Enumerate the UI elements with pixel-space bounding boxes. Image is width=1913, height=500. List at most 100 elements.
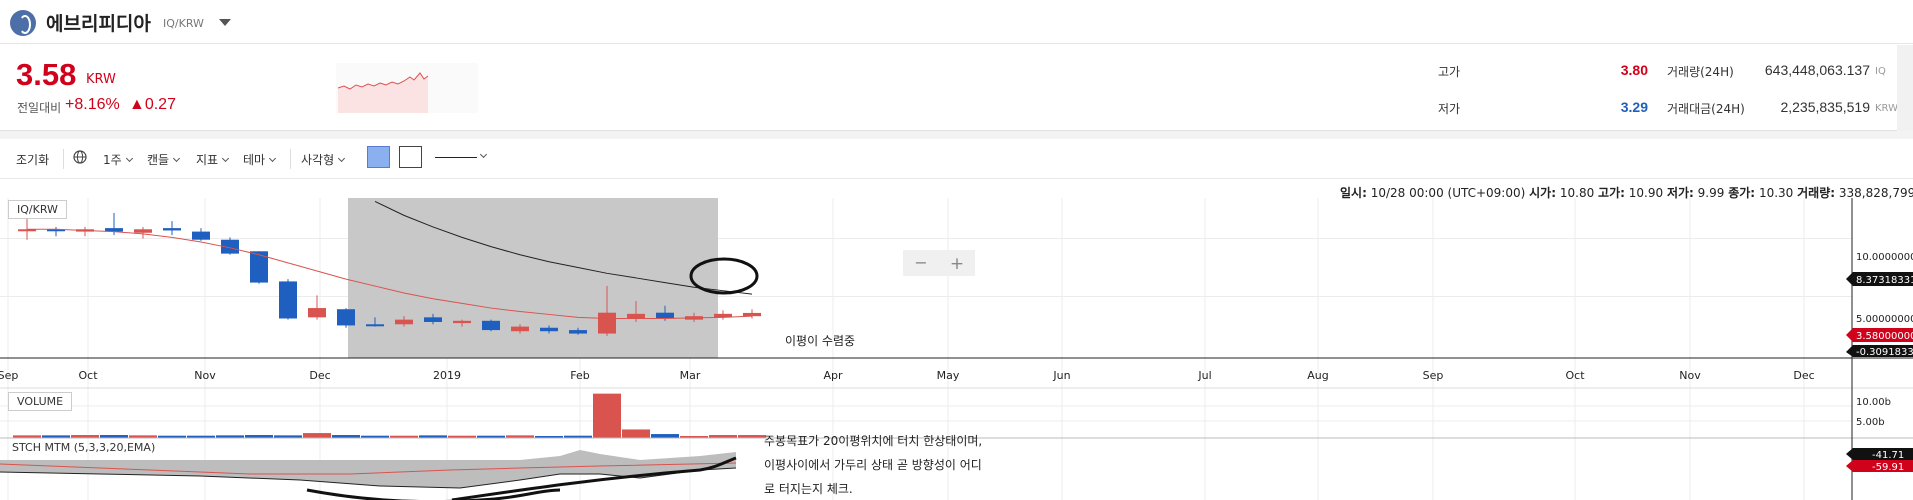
price-chart[interactable]: Sep Oct Nov Dec 2019 Feb Mar Apr May Jun Jul Aug Sep… xyxy=(0,198,1913,500)
candle-body xyxy=(337,309,355,326)
turnover-label: 거래대금(24H) xyxy=(1667,102,1745,116)
low-label: 저가 xyxy=(1438,102,1461,116)
period-dropdown[interactable]: 1주 xyxy=(103,151,133,168)
candle-label: 캔들 xyxy=(147,153,170,167)
sparkline-chart xyxy=(337,72,429,113)
indicator-label: 지표 xyxy=(196,153,219,167)
candle-dropdown[interactable]: 캔들 xyxy=(147,151,181,168)
change-amount: ▲0.27 xyxy=(129,96,176,113)
candle-body xyxy=(279,281,297,319)
high-label: 고가 xyxy=(1438,65,1461,79)
change-rate: +8.16% xyxy=(65,96,120,113)
drawn-rectangle[interactable] xyxy=(348,198,718,358)
x-axis-label: Dec xyxy=(1793,369,1814,382)
candle-body xyxy=(743,312,761,317)
x-axis-label: Dec xyxy=(309,369,330,382)
candle-body xyxy=(192,231,210,240)
toolbar-separator xyxy=(290,149,291,169)
volume-bar xyxy=(303,433,331,438)
badge-bottom-text: -0.30918331 xyxy=(1856,347,1913,358)
chart-grid xyxy=(0,198,1852,500)
volume-label: 거래량(24H) xyxy=(1667,65,1734,79)
note-line-2: 이평사이에서 가두리 상태 곧 방향성이 어디 xyxy=(764,458,982,472)
section-divider xyxy=(0,131,1913,139)
turnover-value: 2,235,835,519 xyxy=(1780,99,1870,115)
converging-note: 이평이 수렴중 xyxy=(785,334,855,348)
x-axis-label: Mar xyxy=(680,369,701,382)
stoch-badge-red-text: -59.91 xyxy=(1872,462,1904,473)
price-unit: KRW xyxy=(86,72,116,87)
stoch-badge-black-text: -41.71 xyxy=(1872,450,1904,461)
border-color-swatch[interactable] xyxy=(399,146,422,168)
change-label: 전일대비 xyxy=(17,101,62,115)
x-axis-label: 2019 xyxy=(433,369,461,382)
summary-scrollbar[interactable] xyxy=(1897,45,1913,131)
fill-color-swatch[interactable] xyxy=(367,146,390,168)
price-grid-label-2: 5.00000000 xyxy=(1856,314,1913,325)
candle-body xyxy=(482,320,500,331)
current-price: 3.58 xyxy=(16,57,77,92)
x-axis-label: Jul xyxy=(1197,369,1211,382)
volume-bar xyxy=(622,429,650,438)
candle-body xyxy=(569,330,587,334)
chevron-down-icon xyxy=(173,154,181,163)
x-axis-labels: Sep Oct Nov Dec 2019 Feb Mar Apr May Jun Jul Aug Sep… xyxy=(0,369,1815,382)
candle-body xyxy=(134,229,152,233)
stoch-layer xyxy=(0,450,737,489)
x-axis-label: Jun xyxy=(1052,369,1070,382)
note-line-3: 로 터지는지 체크. xyxy=(764,482,853,496)
candle-body xyxy=(308,308,326,318)
indicator-dropdown[interactable]: 지표 xyxy=(196,151,230,168)
sparkline xyxy=(336,63,478,113)
chevron-down-icon xyxy=(125,154,133,163)
x-axis-label: May xyxy=(937,369,960,382)
volume-pane-tag[interactable]: VOLUME xyxy=(8,392,73,411)
volume-value: 643,448,063.137 xyxy=(1764,62,1870,78)
x-axis-label: Apr xyxy=(823,369,843,382)
annotation-underline-1 xyxy=(306,488,561,500)
price-summary: 3.58 KRW 전일대비 +8.16% ▲0.27 고가 3.80 저가 3.… xyxy=(0,45,1913,131)
volume-grid-label-1: 10.00b xyxy=(1856,397,1891,408)
candle-body xyxy=(627,313,645,319)
x-axis-label: Nov xyxy=(1679,369,1701,382)
candle-body xyxy=(163,228,181,231)
badge-black-text: 8.37318331 xyxy=(1856,275,1913,286)
volume-bar xyxy=(651,434,679,438)
candle-body xyxy=(540,327,558,332)
x-axis-label: Aug xyxy=(1307,369,1328,382)
globe-icon[interactable] xyxy=(73,150,87,167)
x-axis-label: Feb xyxy=(570,369,589,382)
candle-body xyxy=(598,312,616,334)
x-axis-label: Oct xyxy=(78,369,98,382)
line-style-selector[interactable] xyxy=(435,157,477,158)
high-value: 3.80 xyxy=(1620,62,1648,78)
price-grid-label-1: 10.00000000 xyxy=(1856,252,1913,263)
period-label: 1주 xyxy=(103,153,122,167)
volume-layer xyxy=(13,393,766,438)
pair-label: IQ/KRW xyxy=(163,17,204,30)
coin-name: 에브리피디아 xyxy=(46,13,151,35)
volume-bar xyxy=(593,393,621,438)
coin-dropdown-icon[interactable] xyxy=(219,19,231,26)
candle-body xyxy=(453,320,471,324)
coin-logo-icon xyxy=(10,10,36,36)
stoch-pane-tag[interactable]: STCH MTM (5,3,3,20,EMA) xyxy=(8,441,159,454)
price-pane-tag[interactable]: IQ/KRW xyxy=(8,200,67,219)
low-value: 3.29 xyxy=(1620,99,1648,115)
x-axis-label: Nov xyxy=(194,369,216,382)
reset-button[interactable]: 조기화 xyxy=(16,151,49,168)
candle-body xyxy=(424,317,442,322)
shape-dropdown[interactable]: 사각형 xyxy=(301,151,346,168)
candle-body xyxy=(250,251,268,283)
exchange-chart-page: 에브리피디아 IQ/KRW 3.58 KRW 전일대비 +8.16% ▲0.27… xyxy=(0,0,1913,500)
stoch-fill xyxy=(0,450,736,488)
theme-dropdown[interactable]: 테마 xyxy=(243,151,277,168)
top-bar: 에브리피디아 IQ/KRW xyxy=(0,0,1913,44)
x-axis-label: Sep xyxy=(1423,369,1444,382)
badge-red-text: 3.58000000 xyxy=(1856,331,1913,342)
candle-body xyxy=(366,324,384,327)
candle-body xyxy=(395,319,413,325)
volume-grid-label-2: 5.00b xyxy=(1856,417,1885,428)
shape-label: 사각형 xyxy=(301,153,335,167)
candle-body xyxy=(511,326,529,332)
